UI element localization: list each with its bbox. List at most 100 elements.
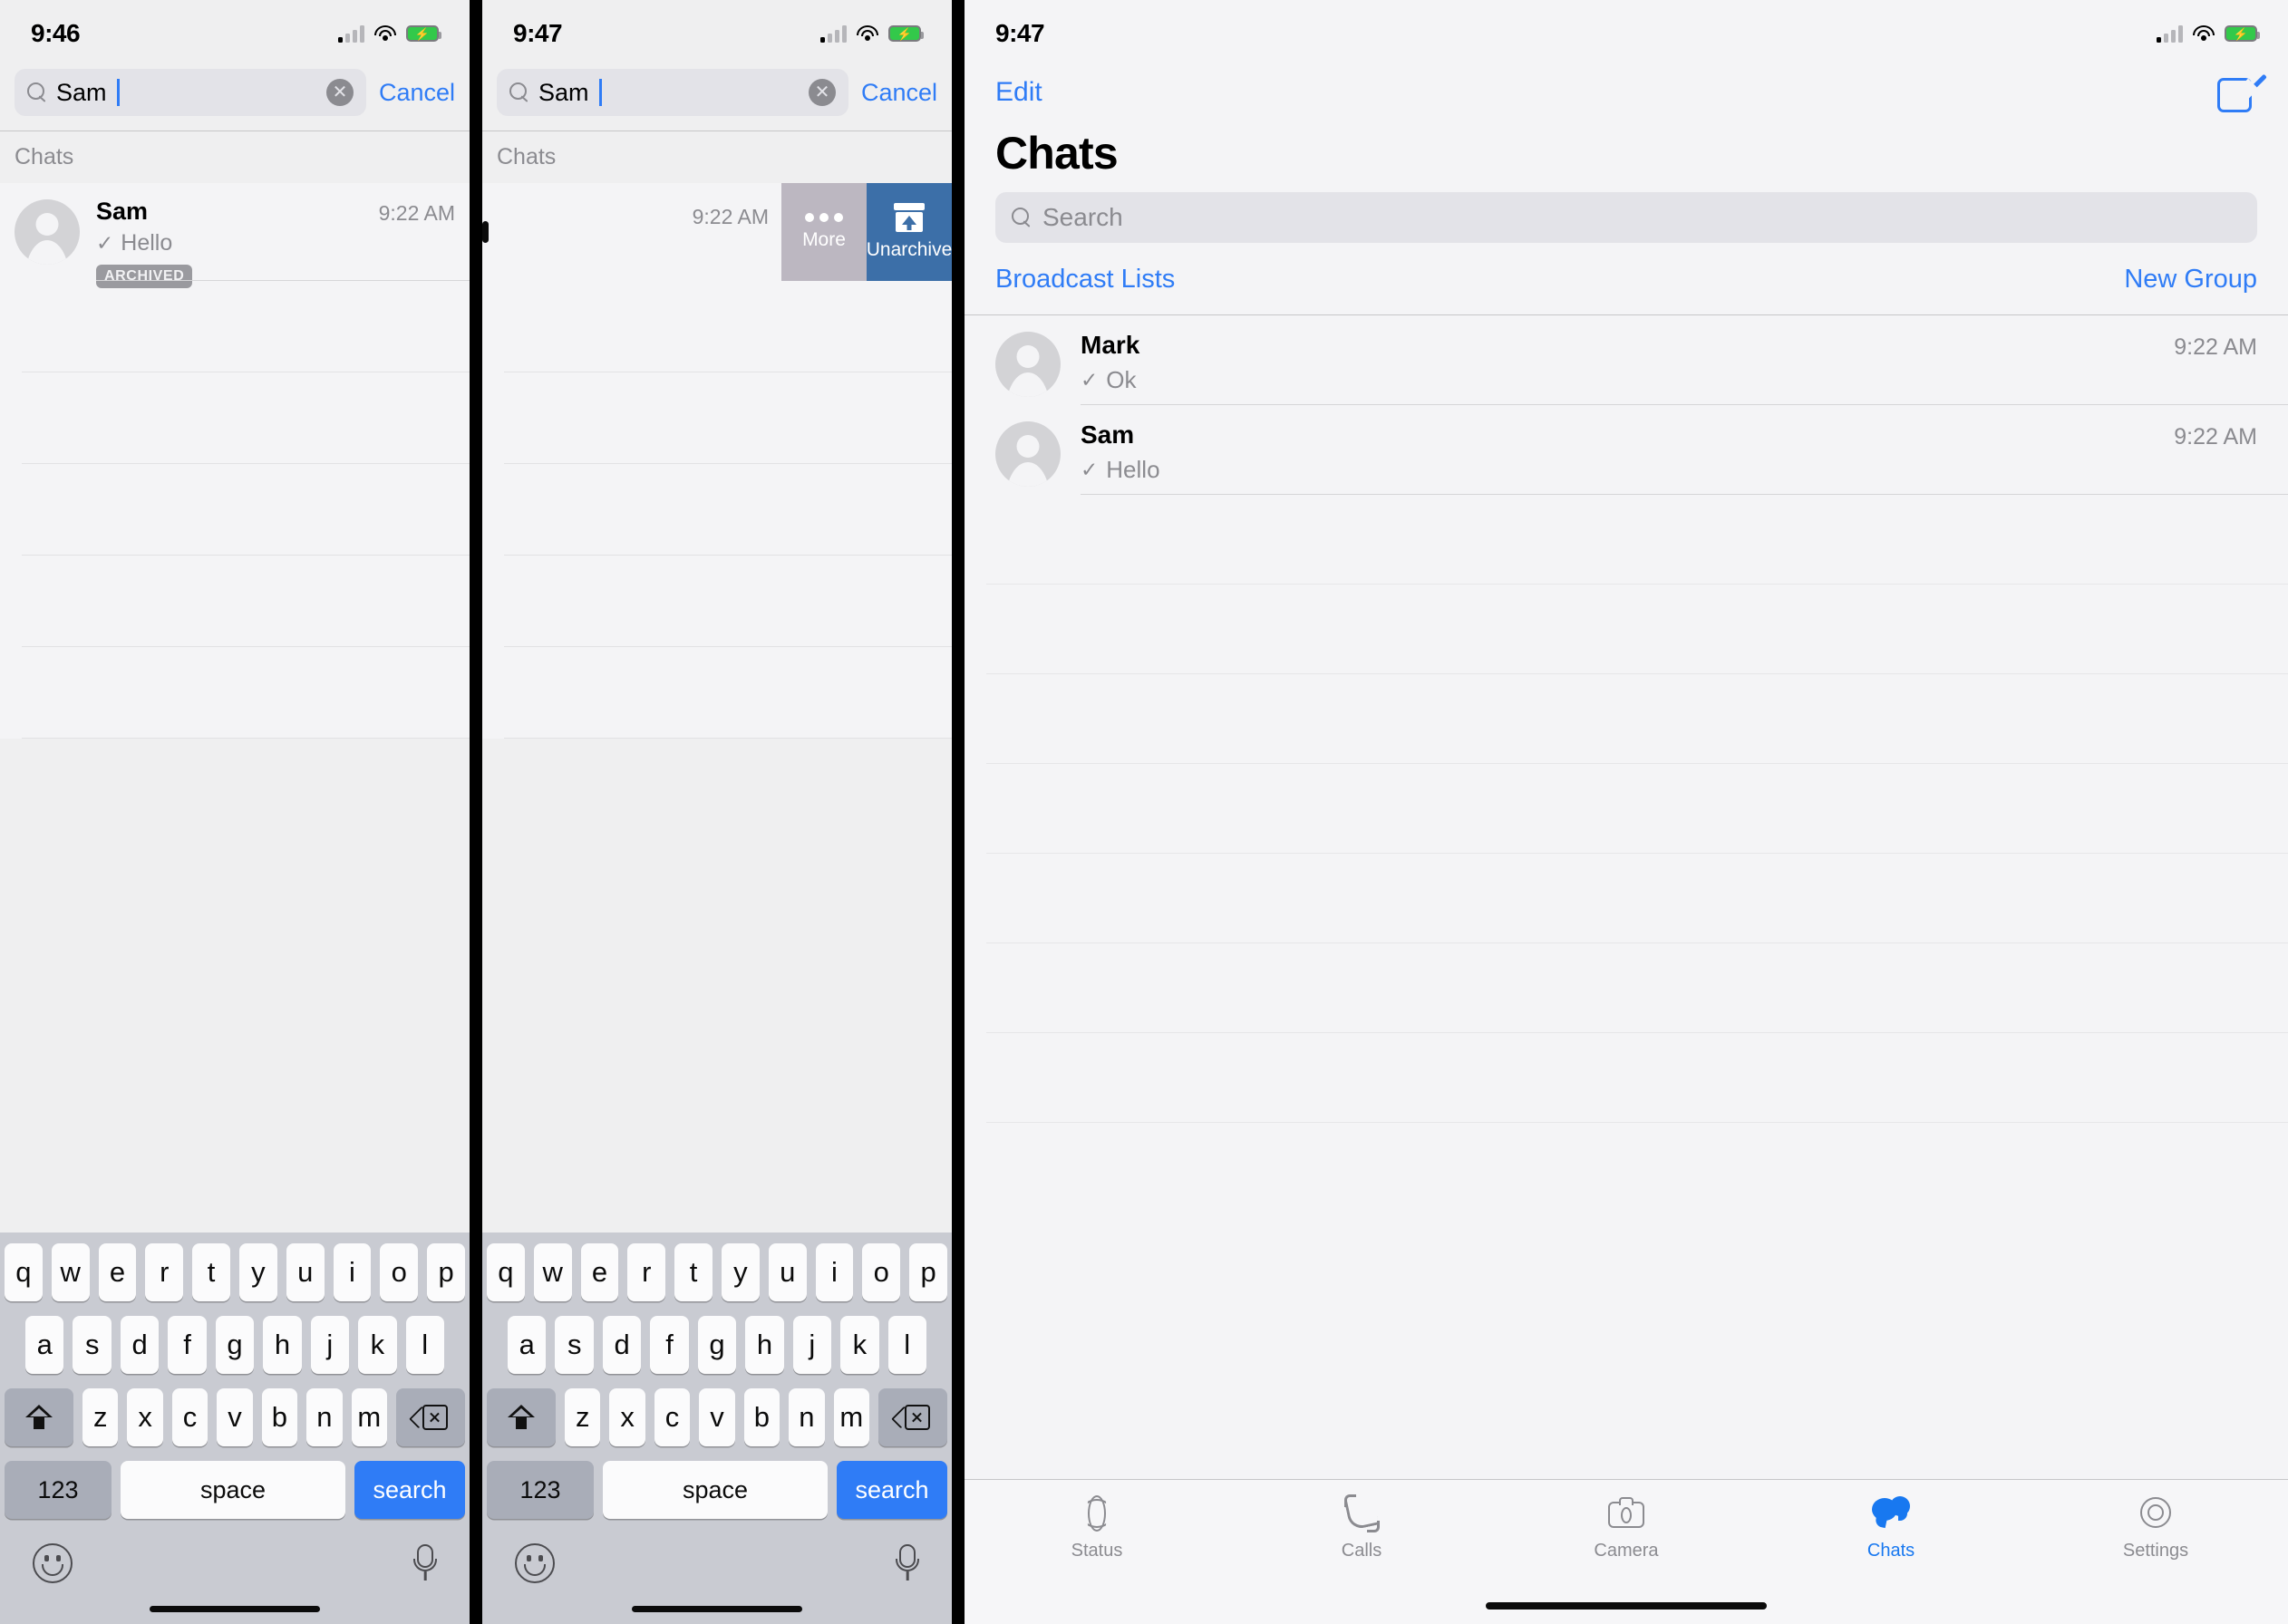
key-k[interactable]: k: [358, 1316, 397, 1374]
key-n[interactable]: n: [306, 1388, 343, 1446]
unarchive-button[interactable]: Unarchive: [867, 183, 952, 281]
compose-icon[interactable]: [2217, 72, 2267, 112]
key-c[interactable]: c: [654, 1388, 691, 1446]
search-icon: [27, 82, 47, 102]
clear-icon[interactable]: ✕: [808, 79, 836, 106]
numbers-key[interactable]: 123: [487, 1461, 594, 1519]
key-v[interactable]: v: [217, 1388, 253, 1446]
table-row[interactable]: Sam ✓ Hello 9:22 AM: [965, 405, 2288, 495]
search-input[interactable]: Sam ✕: [497, 69, 848, 116]
tab-chats[interactable]: Chats: [1759, 1493, 2023, 1561]
new-group-button[interactable]: New Group: [2124, 265, 2257, 295]
microphone-icon[interactable]: [413, 1544, 437, 1582]
key-x[interactable]: x: [609, 1388, 645, 1446]
table-row[interactable]: Mark ✓ Ok 9:22 AM: [965, 315, 2288, 405]
key-g[interactable]: g: [697, 1316, 737, 1374]
key-q[interactable]: q: [487, 1243, 525, 1301]
key-y[interactable]: y: [722, 1243, 760, 1301]
key-j[interactable]: j: [792, 1316, 832, 1374]
drag-handle[interactable]: [482, 221, 489, 243]
chat-item-content: Sam ✓ Hello: [1081, 420, 2174, 484]
key-t[interactable]: t: [192, 1243, 230, 1301]
key-b[interactable]: b: [261, 1388, 298, 1446]
edit-button[interactable]: Edit: [995, 77, 1042, 108]
emoji-icon[interactable]: [33, 1543, 73, 1583]
key-r[interactable]: r: [627, 1243, 666, 1301]
key-z[interactable]: z: [82, 1388, 119, 1446]
key-d[interactable]: d: [120, 1316, 160, 1374]
key-m[interactable]: m: [351, 1388, 387, 1446]
key-e[interactable]: e: [580, 1243, 619, 1301]
key-f[interactable]: f: [650, 1316, 689, 1374]
person-avatar-icon: [995, 421, 1061, 487]
backspace-icon[interactable]: [396, 1388, 465, 1446]
key-b[interactable]: b: [743, 1388, 780, 1446]
search-key[interactable]: search: [354, 1461, 465, 1519]
key-a[interactable]: a: [508, 1316, 547, 1374]
person-avatar-icon: [15, 199, 80, 265]
emoji-icon[interactable]: [515, 1543, 555, 1583]
shift-icon[interactable]: [5, 1388, 73, 1446]
key-x[interactable]: x: [127, 1388, 163, 1446]
microphone-icon[interactable]: [896, 1544, 919, 1582]
tab-bar: Status Calls Camera Chats Settings: [965, 1479, 2288, 1588]
list-item[interactable]: Sam ✓ Hello ARCHIVED 9:22 AM: [0, 183, 470, 289]
key-c[interactable]: c: [171, 1388, 208, 1446]
shift-icon[interactable]: [487, 1388, 556, 1446]
numbers-key[interactable]: 123: [5, 1461, 111, 1519]
backspace-icon[interactable]: [878, 1388, 947, 1446]
key-o[interactable]: o: [862, 1243, 901, 1301]
tab-settings[interactable]: Settings: [2023, 1493, 2288, 1561]
key-r[interactable]: r: [145, 1243, 184, 1301]
key-u[interactable]: u: [286, 1243, 325, 1301]
key-p[interactable]: p: [427, 1243, 465, 1301]
key-t[interactable]: t: [674, 1243, 713, 1301]
key-z[interactable]: z: [565, 1388, 601, 1446]
key-d[interactable]: d: [602, 1316, 642, 1374]
onscreen-keyboard[interactable]: qwertyuiop asdfghjkl zxcvbnm 123 space s…: [0, 1232, 470, 1624]
key-f[interactable]: f: [168, 1316, 207, 1374]
key-s[interactable]: s: [555, 1316, 594, 1374]
space-key[interactable]: space: [603, 1461, 828, 1519]
chat-timestamp: 9:22 AM: [2174, 334, 2257, 360]
cancel-button[interactable]: Cancel: [375, 79, 455, 107]
key-s[interactable]: s: [73, 1316, 111, 1374]
key-v[interactable]: v: [699, 1388, 735, 1446]
tab-camera[interactable]: Camera: [1494, 1493, 1759, 1561]
tab-status[interactable]: Status: [965, 1493, 1229, 1561]
key-u[interactable]: u: [768, 1243, 807, 1301]
key-a[interactable]: a: [25, 1316, 64, 1374]
chat-timestamp: 9:22 AM: [2174, 424, 2257, 450]
search-input[interactable]: Search: [995, 192, 2257, 243]
status-bar-time: 9:47: [995, 19, 1045, 47]
key-w[interactable]: w: [51, 1243, 90, 1301]
space-key[interactable]: space: [121, 1461, 345, 1519]
key-o[interactable]: o: [380, 1243, 419, 1301]
more-button[interactable]: More: [781, 183, 867, 281]
key-q[interactable]: q: [5, 1243, 43, 1301]
clear-icon[interactable]: ✕: [325, 79, 354, 106]
key-j[interactable]: j: [310, 1316, 350, 1374]
key-n[interactable]: n: [789, 1388, 825, 1446]
search-key[interactable]: search: [837, 1461, 947, 1519]
tab-calls[interactable]: Calls: [1229, 1493, 1494, 1561]
key-k[interactable]: k: [840, 1316, 879, 1374]
key-y[interactable]: y: [239, 1243, 277, 1301]
onscreen-keyboard[interactable]: qwertyuiop asdfghjkl zxcvbnm 123 space s…: [482, 1232, 952, 1624]
key-l[interactable]: l: [887, 1316, 926, 1374]
key-p[interactable]: p: [909, 1243, 947, 1301]
key-i[interactable]: i: [333, 1243, 372, 1301]
key-w[interactable]: w: [533, 1243, 572, 1301]
cancel-button[interactable]: Cancel: [858, 79, 937, 107]
key-h[interactable]: h: [745, 1316, 784, 1374]
key-h[interactable]: h: [263, 1316, 302, 1374]
key-g[interactable]: g: [215, 1316, 255, 1374]
section-header-chats: Chats: [482, 130, 952, 183]
search-input[interactable]: Sam ✕: [15, 69, 366, 116]
key-m[interactable]: m: [833, 1388, 869, 1446]
key-i[interactable]: i: [815, 1243, 854, 1301]
key-e[interactable]: e: [98, 1243, 137, 1301]
broadcast-lists-button[interactable]: Broadcast Lists: [995, 265, 1175, 295]
list-item-swiped[interactable]: 9:22 AM More Unarchive: [482, 183, 952, 281]
key-l[interactable]: l: [405, 1316, 444, 1374]
